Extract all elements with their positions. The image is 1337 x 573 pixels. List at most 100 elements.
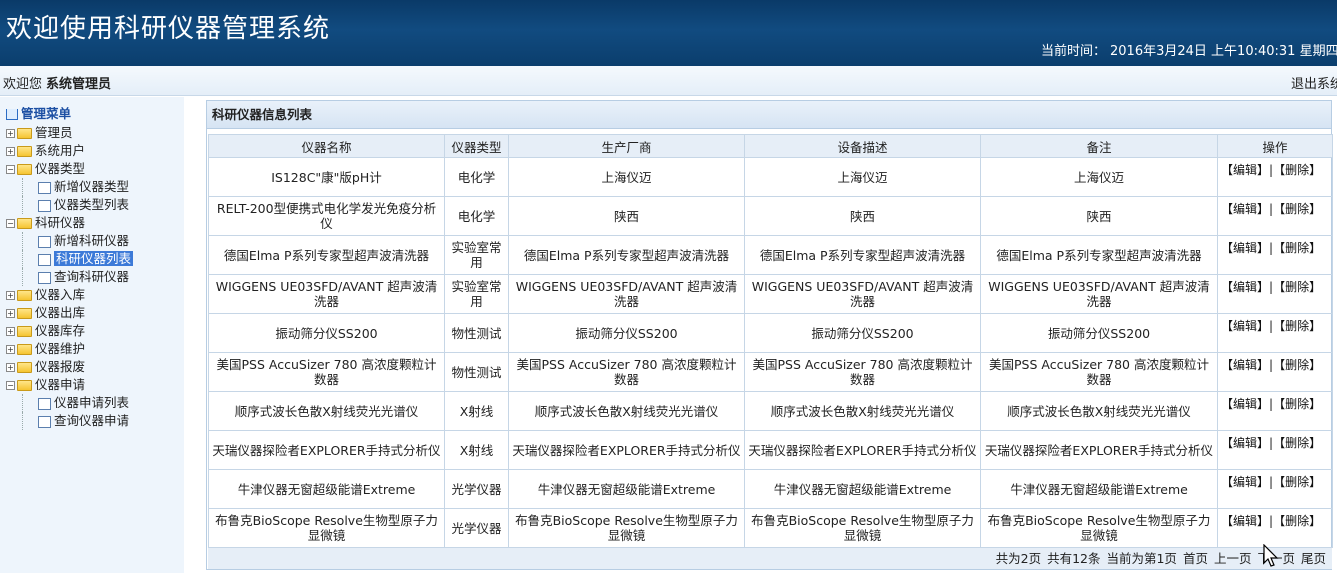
cell-name: WIGGENS UE03SFD/AVANT 超声波清洗器 (208, 274, 445, 314)
sidebar-item-9-0[interactable]: 仪器申请列表 (6, 394, 133, 412)
sidebar-item-3-0[interactable]: 新增科研仪器 (6, 232, 133, 250)
sidebar: 管理菜单 + 管理员 + 系统用户 − 仪器类型新增仪器类型仪器类型列表 − 科研仪器 新增科研… (0, 97, 184, 573)
home-icon (6, 109, 18, 120)
cell-note: 牛津仪器无窗超级能谱Extreme (980, 469, 1218, 509)
cell-desc: 布鲁克BioScope Resolve生物型原子力显微镜 (744, 508, 981, 548)
sidebar-group-1[interactable]: + 系统用户 (6, 142, 133, 160)
delete-link[interactable]: 【删除】 (1273, 514, 1321, 528)
cell-ops: 【编辑】|【删除】 (1217, 352, 1333, 392)
sidebar-item-label: 查询科研仪器 (54, 269, 130, 284)
pager-prev-link[interactable]: 上一页 (1214, 551, 1252, 566)
delete-link[interactable]: 【删除】 (1273, 475, 1321, 489)
delete-link[interactable]: 【删除】 (1273, 280, 1321, 294)
table-row: 牛津仪器无窗超级能谱Extreme 光学仪器 牛津仪器无窗超级能谱Extreme 牛津… (208, 469, 1333, 509)
sidebar-group-4[interactable]: + 仪器入库 (6, 286, 133, 304)
sidebar-group-0[interactable]: + 管理员 (6, 124, 133, 142)
sidebar-group-5[interactable]: + 仪器出库 (6, 304, 133, 322)
expand-icon[interactable]: + (6, 363, 15, 372)
expand-icon[interactable]: + (6, 147, 15, 156)
sidebar-group-2[interactable]: − 仪器类型 (6, 160, 133, 178)
expand-icon[interactable]: + (6, 129, 15, 138)
cell-note: WIGGENS UE03SFD/AVANT 超声波清洗器 (980, 274, 1218, 314)
edit-link[interactable]: 【编辑】 (1221, 514, 1269, 528)
cell-name: 牛津仪器无窗超级能谱Extreme (208, 469, 445, 509)
delete-link[interactable]: 【删除】 (1273, 202, 1321, 216)
edit-link[interactable]: 【编辑】 (1221, 397, 1269, 411)
collapse-icon[interactable]: − (6, 381, 15, 390)
sidebar-group-label: 管理员 (35, 125, 73, 140)
edit-link[interactable]: 【编辑】 (1221, 280, 1269, 294)
edit-link[interactable]: 【编辑】 (1221, 202, 1269, 216)
welcome-bar: 欢迎您 系统管理员 退出系统 (0, 66, 1337, 96)
sidebar-group-3[interactable]: − 科研仪器 (6, 214, 133, 232)
current-time-value: 2016年3月24日 上午10:40:31 星期四 (1110, 44, 1337, 59)
page-icon (38, 235, 51, 248)
cell-desc: 上海仪迈 (744, 157, 981, 197)
sidebar-item-label: 科研仪器列表 (54, 251, 134, 266)
folder-icon (17, 146, 32, 157)
cell-maker: 顺序式波长色散X射线荧光光谱仪 (508, 391, 745, 431)
sidebar-item-9-1[interactable]: 查询仪器申请 (6, 412, 133, 430)
sidebar-group-8[interactable]: + 仪器报废 (6, 358, 133, 376)
cell-note: 振动筛分仪SS200 (980, 313, 1218, 353)
sidebar-group-9[interactable]: − 仪器申请 (6, 376, 133, 394)
cell-type: 物性测试 (444, 313, 509, 353)
cell-type: 电化学 (444, 157, 509, 197)
cell-desc: 天瑞仪器探险者EXPLORER手持式分析仪 (744, 430, 981, 470)
sidebar-group-label: 仪器出库 (35, 305, 86, 320)
instrument-table: 仪器名称 仪器类型 生产厂商 设备描述 备注 操作 IS128C"康"版pH计电… (208, 134, 1333, 548)
folder-icon (17, 290, 32, 301)
delete-link[interactable]: 【删除】 (1273, 358, 1321, 372)
table-row: 天瑞仪器探险者EXPLORER手持式分析仪 X射线 天瑞仪器探险者EXPLORER手… (208, 430, 1333, 470)
edit-link[interactable]: 【编辑】 (1221, 436, 1269, 450)
sidebar-group-label: 仪器报废 (35, 359, 86, 374)
folder-icon (17, 164, 32, 175)
cell-maker: 天瑞仪器探险者EXPLORER手持式分析仪 (508, 430, 745, 470)
delete-link[interactable]: 【删除】 (1273, 436, 1321, 450)
delete-link[interactable]: 【删除】 (1273, 397, 1321, 411)
cell-note: 上海仪迈 (980, 157, 1218, 197)
pagination: 共为2页共有12条当前为第1页首页上一页下一页尾页 (208, 547, 1332, 569)
expand-icon[interactable]: + (6, 309, 15, 318)
sidebar-group-6[interactable]: + 仪器库存 (6, 322, 133, 340)
page-icon (38, 415, 51, 428)
edit-link[interactable]: 【编辑】 (1221, 241, 1269, 255)
sidebar-item-label: 新增仪器类型 (54, 179, 130, 194)
menu-root[interactable]: 管理菜单 (6, 105, 133, 123)
expand-icon[interactable]: + (6, 291, 15, 300)
cell-desc: 美国PSS AccuSizer 780 高浓度颗粒计数器 (744, 352, 981, 392)
cell-maker: WIGGENS UE03SFD/AVANT 超声波清洗器 (508, 274, 745, 314)
table-row: RELT-200型便携式电化学发光免疫分析仪 电化学 陕西 陕西 陕西 【编辑】|【删除】 (208, 196, 1333, 236)
sidebar-group-label: 仪器类型 (35, 161, 86, 176)
current-time: 当前时间： 2016年3月24日 上午10:40:31 星期四 (1041, 40, 1337, 59)
pager-last-link[interactable]: 尾页 (1301, 551, 1326, 566)
collapse-icon[interactable]: − (6, 165, 15, 174)
table-row: 德国Elma P系列专家型超声波清洗器 实验室常用 德国Elma P系列专家型超声波… (208, 235, 1333, 275)
expand-icon[interactable]: + (6, 327, 15, 336)
edit-link[interactable]: 【编辑】 (1221, 319, 1269, 333)
edit-link[interactable]: 【编辑】 (1221, 163, 1269, 177)
delete-link[interactable]: 【删除】 (1273, 241, 1321, 255)
pager-total-records: 共有12条 (1047, 551, 1101, 566)
cell-name: IS128C"康"版pH计 (208, 157, 445, 197)
pager-first-link[interactable]: 首页 (1183, 551, 1208, 566)
cell-name: 美国PSS AccuSizer 780 高浓度颗粒计数器 (208, 352, 445, 392)
sidebar-item-3-1[interactable]: 科研仪器列表 (6, 250, 134, 268)
logout-link[interactable]: 退出系统 (1291, 73, 1337, 92)
sidebar-group-7[interactable]: + 仪器维护 (6, 340, 133, 358)
sidebar-item-2-0[interactable]: 新增仪器类型 (6, 178, 133, 196)
menu-root-label: 管理菜单 (21, 106, 72, 121)
cell-type: 光学仪器 (444, 508, 509, 548)
cell-maker: 牛津仪器无窗超级能谱Extreme (508, 469, 745, 509)
expand-icon[interactable]: + (6, 345, 15, 354)
sidebar-item-2-1[interactable]: 仪器类型列表 (6, 196, 133, 214)
cell-maker: 美国PSS AccuSizer 780 高浓度颗粒计数器 (508, 352, 745, 392)
sidebar-group-label: 系统用户 (35, 143, 86, 158)
edit-link[interactable]: 【编辑】 (1221, 358, 1269, 372)
sidebar-item-3-2[interactable]: 查询科研仪器 (6, 268, 133, 286)
delete-link[interactable]: 【删除】 (1273, 319, 1321, 333)
delete-link[interactable]: 【删除】 (1273, 163, 1321, 177)
edit-link[interactable]: 【编辑】 (1221, 475, 1269, 489)
tree-line (22, 196, 36, 214)
collapse-icon[interactable]: − (6, 219, 15, 228)
